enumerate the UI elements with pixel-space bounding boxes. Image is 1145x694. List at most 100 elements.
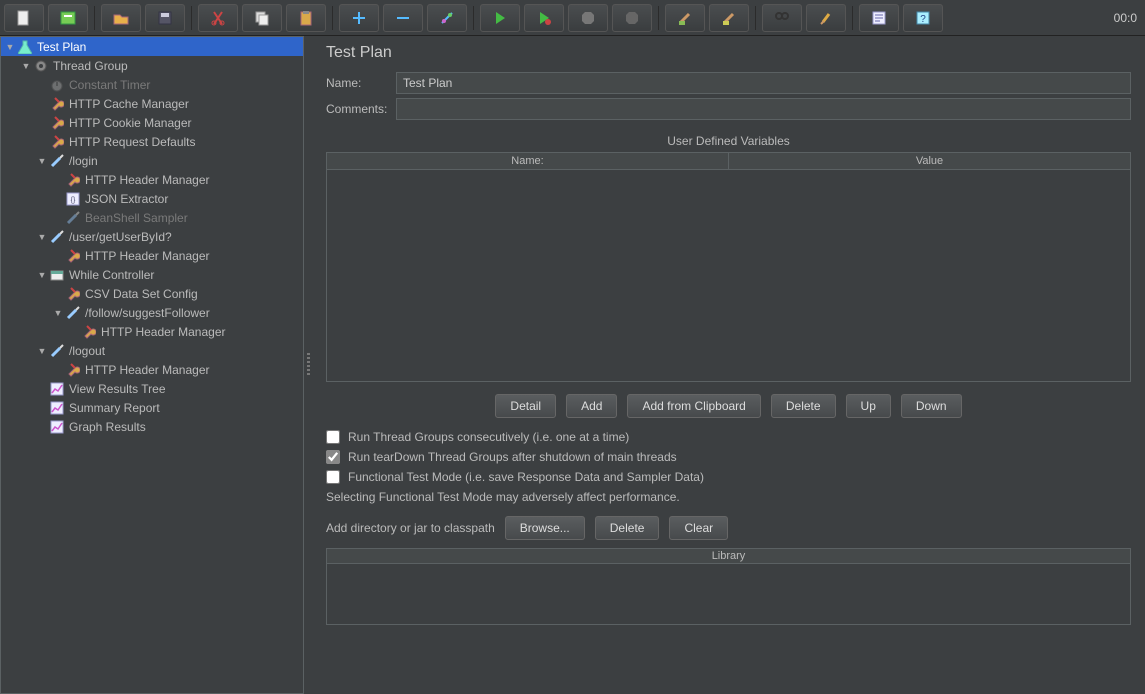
tree-node[interactable]: ▼/logout [1,341,303,360]
tree-toggle-icon[interactable]: ▼ [37,232,47,242]
down-button[interactable]: Down [901,394,962,418]
tree-node[interactable]: CSV Data Set Config [1,284,303,303]
consecutive-checkbox[interactable] [326,430,340,444]
tree-node[interactable]: Summary Report [1,398,303,417]
tree-node-label: Graph Results [69,420,146,434]
test-plan-tree[interactable]: ▼Test Plan▼Thread GroupConstant TimerHTT… [0,36,304,694]
clear-button[interactable] [665,4,705,32]
tree-node-label: HTTP Header Manager [85,173,210,187]
start-no-timers-button[interactable] [524,4,564,32]
tree-toggle-icon [53,194,63,204]
open-button[interactable] [101,4,141,32]
consecutive-label: Run Thread Groups consecutively (i.e. on… [348,430,629,444]
tree-node[interactable]: View Results Tree [1,379,303,398]
reset-search-button[interactable] [806,4,846,32]
tree-node[interactable]: HTTP Request Defaults [1,132,303,151]
tree-node[interactable]: HTTP Cache Manager [1,94,303,113]
cut-button[interactable] [198,4,238,32]
comments-label: Comments: [326,102,396,116]
tree-toggle-icon[interactable]: ▼ [37,270,47,280]
tree-node[interactable]: ▼ /login [1,151,303,170]
tree-node[interactable]: HTTP Header Manager [1,170,303,189]
paste-button[interactable] [286,4,326,32]
comments-input[interactable] [396,98,1131,120]
tree-toggle-icon [37,384,47,394]
tree-node[interactable]: HTTP Header Manager [1,322,303,341]
tree-node[interactable]: ▼ /follow/suggestFollower [1,303,303,322]
shutdown-button[interactable] [612,4,652,32]
tree-toggle-icon[interactable]: ▼ [37,156,47,166]
tree-node[interactable]: BeanShell Sampler [1,208,303,227]
svg-text:?: ? [920,14,926,25]
tree-node[interactable]: HTTP Cookie Manager [1,113,303,132]
wrench-icon [49,96,65,112]
tree-node-label: JSON Extractor [85,192,168,206]
tree-node-label: HTTP Cookie Manager [69,116,192,130]
tree-toggle-icon [53,365,63,375]
name-input[interactable] [396,72,1131,94]
sampler-icon [49,229,65,245]
tree-toggle-icon[interactable]: ▼ [37,346,47,356]
tree-node-label: Test Plan [37,40,86,54]
tree-node[interactable]: ▼Thread Group [1,56,303,75]
delete-button[interactable]: Delete [771,394,836,418]
save-button[interactable] [145,4,185,32]
add-from-clipboard-button[interactable]: Add from Clipboard [627,394,760,418]
name-label: Name: [326,76,396,90]
main-toolbar: ? 00:0 [0,0,1145,36]
stop-button[interactable] [568,4,608,32]
collapse-button[interactable] [383,4,423,32]
start-button[interactable] [480,4,520,32]
tree-toggle-icon[interactable]: ▼ [5,42,15,52]
teardown-checkbox[interactable] [326,450,340,464]
tree-toggle-icon[interactable]: ▼ [53,308,63,318]
splitter[interactable] [304,36,312,694]
tree-toggle-icon [69,327,79,337]
copy-button[interactable] [242,4,282,32]
detail-button[interactable]: Detail [495,394,556,418]
browse-button[interactable]: Browse... [505,516,585,540]
tree-node[interactable]: ▼While Controller [1,265,303,284]
search-button[interactable] [762,4,802,32]
classpath-delete-button[interactable]: Delete [595,516,660,540]
tree-node-label: /login [69,154,98,168]
wrench-icon [81,324,97,340]
tree-node[interactable]: ▼ Test Plan [1,37,303,56]
flask-icon [17,39,33,55]
new-button[interactable] [4,4,44,32]
add-button[interactable]: Add [566,394,617,418]
tree-node[interactable]: HTTP Header Manager [1,360,303,379]
tree-node-label: View Results Tree [69,382,166,396]
function-helper-button[interactable] [859,4,899,32]
sampler-icon [49,153,65,169]
tree-node[interactable]: {} JSON Extractor [1,189,303,208]
toggle-button[interactable] [427,4,467,32]
tree-toggle-icon[interactable]: ▼ [21,61,31,71]
json-icon: {} [65,191,81,207]
gear-icon [33,58,49,74]
tree-node-label: /user/getUserById? [69,230,172,244]
clear-button[interactable]: Clear [669,516,728,540]
clear-all-button[interactable] [709,4,749,32]
sampler-icon [49,343,65,359]
templates-button[interactable] [48,4,88,32]
help-button[interactable]: ? [903,4,943,32]
library-table[interactable]: Library [326,548,1131,625]
tree-node-label: BeanShell Sampler [85,211,188,225]
expand-button[interactable] [339,4,379,32]
teardown-label: Run tearDown Thread Groups after shutdow… [348,450,677,464]
chart-icon [49,419,65,435]
tree-node[interactable]: Graph Results [1,417,303,436]
tree-node-label: /follow/suggestFollower [85,306,210,320]
tree-node[interactable]: HTTP Header Manager [1,246,303,265]
tree-node[interactable]: ▼ /user/getUserById? [1,227,303,246]
col-name-header: Name: [327,153,729,169]
user-vars-table[interactable]: Name: Value [326,152,1131,382]
chart-icon [49,381,65,397]
functional-checkbox[interactable] [326,470,340,484]
tree-node[interactable]: Constant Timer [1,75,303,94]
wrench-icon [65,362,81,378]
tree-toggle-icon [53,289,63,299]
up-button[interactable]: Up [846,394,891,418]
tree-toggle-icon [37,99,47,109]
